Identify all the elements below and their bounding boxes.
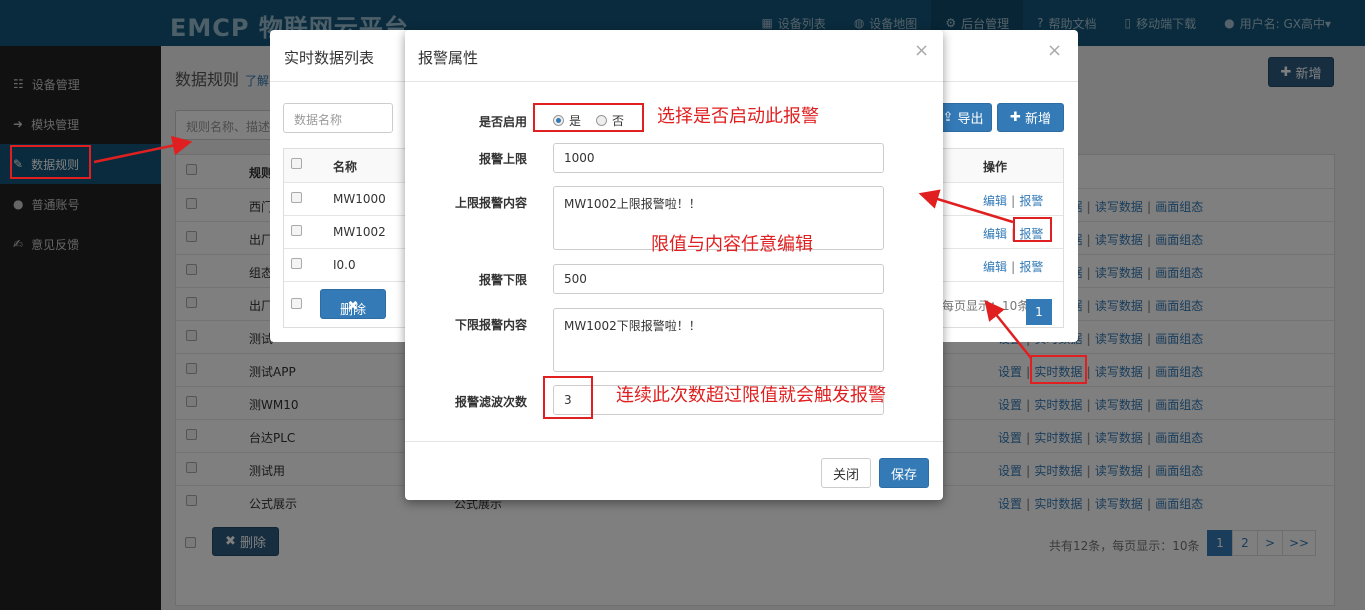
annotation-note-edit: 限值与内容任意编辑 [651,234,813,255]
close-icon[interactable]: × [1047,40,1062,61]
upper-content-label: 上限报警内容 [454,196,527,210]
annotation-box-sidebar [10,145,91,179]
alarm-link[interactable]: 报警 [1019,260,1043,274]
footer-checkbox[interactable] [291,298,302,312]
modal-title: 报警属性 [405,30,943,82]
lower-limit-input[interactable]: 500 [553,264,884,294]
enable-label: 是否启用 [478,115,527,129]
filter-count-label: 报警滤波次数 [454,395,527,409]
lower-limit-label: 报警下限 [478,273,527,287]
lower-content-label: 下限报警内容 [454,318,527,332]
page-1[interactable]: 1 [1026,299,1052,325]
export-icon: ⇪ [942,110,954,125]
lower-content-textarea[interactable]: MW1002下限报警啦！！ [553,308,884,372]
upper-limit-input[interactable]: 1000 [553,143,884,173]
close-button[interactable]: 关闭 [821,458,871,488]
edit-link[interactable]: 编辑 [983,194,1007,208]
annotation-box-alarm-link [1013,217,1052,242]
save-button[interactable]: 保存 [879,458,929,488]
modal-footer: 关闭 保存 [405,441,943,500]
edit-link[interactable]: 编辑 [983,227,1007,241]
annotation-box-realtime [1030,355,1087,384]
upper-limit-label: 报警上限 [478,152,527,166]
edit-link[interactable]: 编辑 [983,260,1007,274]
row-checkbox[interactable] [291,258,302,272]
row-checkbox[interactable] [291,192,302,206]
data-search-input[interactable]: 数据名称 [283,103,393,133]
close-icon[interactable]: × [914,40,929,61]
alarm-link[interactable]: 报警 [1019,194,1043,208]
select-all-checkbox[interactable] [291,158,302,172]
annotation-note-enable: 选择是否启动此报警 [657,106,819,127]
row-checkbox[interactable] [291,225,302,239]
annotation-box-filter [543,376,593,419]
delete-data-button[interactable]: ✖ 删除 [320,289,386,319]
alarm-properties-modal: 报警属性 × 是否启用 是 否 报警上限 1000 上限报警内容 MW1002上… [405,30,943,500]
annotation-note-filter: 连续此次数超过限值就会触发报警 [616,385,886,406]
add-data-button[interactable]: ✚ 新增 [997,103,1064,132]
plus-icon: ✚ [1010,110,1021,125]
annotation-box-radio [533,103,644,132]
